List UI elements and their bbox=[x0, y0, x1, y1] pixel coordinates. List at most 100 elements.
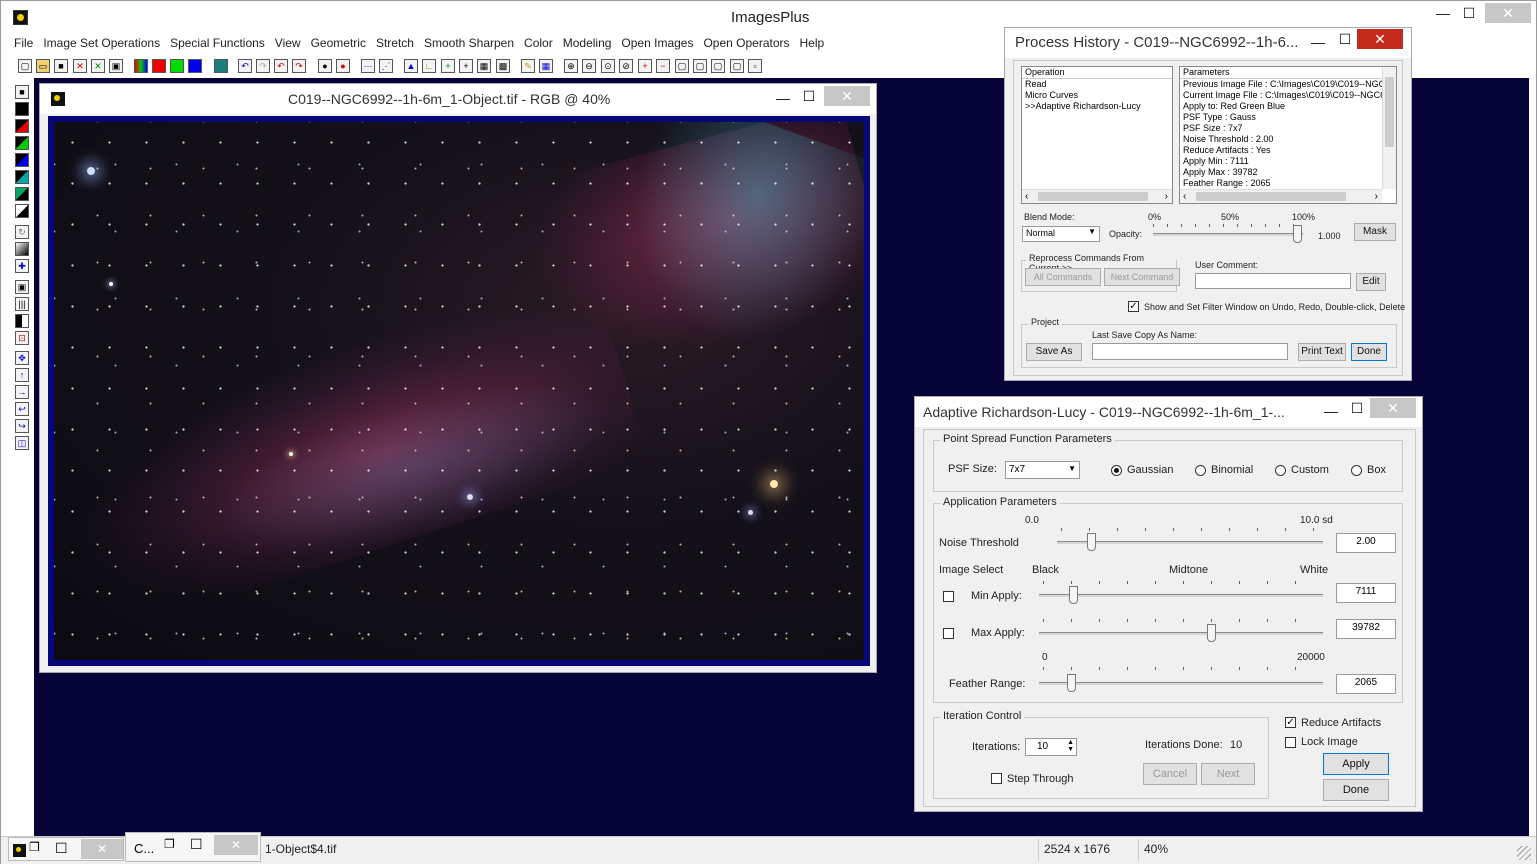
history-close-button[interactable]: ✕ bbox=[1357, 29, 1403, 49]
dotted-line-icon[interactable]: ⋯ bbox=[361, 59, 375, 73]
binomial-radio[interactable] bbox=[1195, 465, 1206, 476]
parameters-vscrollbar[interactable] bbox=[1382, 67, 1396, 189]
noise-slider-thumb[interactable] bbox=[1087, 533, 1096, 551]
green-channel-icon[interactable] bbox=[170, 59, 184, 73]
menu-file[interactable]: File bbox=[9, 34, 38, 52]
arl-close-button[interactable]: ✕ bbox=[1370, 398, 1416, 418]
noise-value-input[interactable]: 2.00 bbox=[1336, 533, 1396, 553]
blue-channel-icon[interactable] bbox=[188, 59, 202, 73]
operation-hscrollbar[interactable]: ‹ › bbox=[1022, 189, 1172, 203]
tool-cyan-icon[interactable] bbox=[15, 170, 29, 184]
min-apply-slider-track[interactable] bbox=[1039, 594, 1323, 597]
window-3-icon[interactable]: ▢ bbox=[711, 59, 725, 73]
menu-open-images[interactable]: Open Images bbox=[616, 34, 698, 52]
gaussian-radio[interactable] bbox=[1111, 465, 1122, 476]
parameters-list[interactable]: Parameters Previous Image File : C:\Imag… bbox=[1179, 66, 1397, 204]
minimized-window-2[interactable]: C... ❐ ☐ ✕ bbox=[125, 832, 261, 862]
tool-gradient-icon[interactable] bbox=[15, 242, 29, 256]
print-text-button[interactable]: Print Text bbox=[1298, 343, 1346, 361]
max-apply-value-input[interactable]: 39782 bbox=[1336, 619, 1396, 639]
tool-green-icon[interactable] bbox=[15, 136, 29, 150]
photo-icon[interactable]: ▩ bbox=[496, 59, 510, 73]
zoom-minus-red-icon[interactable]: − bbox=[656, 59, 670, 73]
tool-teal-icon[interactable] bbox=[15, 187, 29, 201]
apply-button[interactable]: Apply bbox=[1323, 753, 1389, 775]
tool-right-icon[interactable]: → bbox=[15, 385, 29, 399]
pencil-icon[interactable]: ✎ bbox=[521, 59, 535, 73]
custom-radio[interactable] bbox=[1275, 465, 1286, 476]
menu-help[interactable]: Help bbox=[795, 34, 830, 52]
operation-item[interactable]: Micro Curves bbox=[1022, 90, 1172, 101]
menu-open-operators[interactable]: Open Operators bbox=[698, 34, 794, 52]
arl-done-button[interactable]: Done bbox=[1323, 779, 1389, 801]
iterations-input[interactable]: 10 ▲ ▼ bbox=[1025, 738, 1077, 756]
user-comment-input[interactable] bbox=[1195, 273, 1351, 289]
star-select-icon[interactable]: ● bbox=[318, 59, 332, 73]
tool-gray-icon[interactable] bbox=[15, 204, 29, 218]
save-as-button[interactable]: Save As bbox=[1026, 343, 1082, 361]
operation-item[interactable]: >>Adaptive Richardson-Lucy bbox=[1022, 101, 1172, 112]
tool-up-icon[interactable]: ↑ bbox=[15, 368, 29, 382]
star-mask-icon[interactable]: ● bbox=[336, 59, 350, 73]
lock-image-checkbox[interactable] bbox=[1285, 737, 1296, 748]
undo-all-icon[interactable]: ↶ bbox=[274, 59, 288, 73]
max-apply-checkbox[interactable] bbox=[943, 628, 954, 639]
tool-select-icon[interactable]: ▣ bbox=[15, 280, 29, 294]
minimized-window-1[interactable]: ❐ ☐ ✕ bbox=[8, 837, 124, 861]
app-close-button[interactable]: ✕ bbox=[1485, 3, 1531, 23]
history-maximize-button[interactable]: ☐ bbox=[1330, 29, 1360, 49]
open-icon[interactable]: ▭ bbox=[36, 59, 50, 73]
tool-frame-icon[interactable]: ◫ bbox=[15, 436, 29, 450]
menu-geometric[interactable]: Geometric bbox=[306, 34, 371, 52]
cancel-button[interactable]: Cancel bbox=[1143, 763, 1197, 785]
image-maximize-button[interactable]: ☐ bbox=[794, 86, 824, 106]
opacity-slider-thumb[interactable] bbox=[1293, 225, 1302, 243]
noise-slider-track[interactable] bbox=[1057, 541, 1323, 544]
next-command-button[interactable]: Next Command bbox=[1104, 268, 1180, 286]
window-4-icon[interactable]: ▢ bbox=[730, 59, 744, 73]
feather-slider-track[interactable] bbox=[1039, 682, 1323, 685]
menu-view[interactable]: View bbox=[270, 34, 306, 52]
zoom-actual-icon[interactable]: ⊘ bbox=[619, 59, 633, 73]
tool-red-icon[interactable] bbox=[15, 119, 29, 133]
tool-move-icon[interactable]: ✥ bbox=[15, 351, 29, 365]
tool-crop-icon[interactable]: ⊡ bbox=[15, 331, 29, 345]
zoom-plus-red-icon[interactable]: + bbox=[638, 59, 652, 73]
app-maximize-button[interactable]: ☐ bbox=[1454, 3, 1484, 23]
history-minimize-button[interactable]: — bbox=[1303, 32, 1333, 52]
tool-cross-icon[interactable]: ✚ bbox=[15, 259, 29, 273]
zoom-fit-icon[interactable]: ⊙ bbox=[601, 59, 615, 73]
close-all-icon[interactable]: ✕ bbox=[91, 59, 105, 73]
operation-item[interactable]: Read bbox=[1022, 79, 1172, 90]
min-window2-restore-icon[interactable]: ❐ bbox=[164, 837, 175, 851]
min-window2-maximize-icon[interactable]: ☐ bbox=[190, 836, 203, 853]
feather-slider-thumb[interactable] bbox=[1067, 674, 1076, 692]
reduce-artifacts-checkbox[interactable]: ✓ bbox=[1285, 717, 1296, 728]
step-through-checkbox[interactable] bbox=[991, 773, 1002, 784]
axes-icon[interactable]: ∟ bbox=[422, 59, 436, 73]
min-apply-checkbox[interactable] bbox=[943, 591, 954, 602]
tool-rotate-icon[interactable]: ↻ bbox=[15, 225, 29, 239]
tool-save-icon[interactable]: ■ bbox=[15, 85, 29, 99]
close-image-icon[interactable]: ✕ bbox=[73, 59, 87, 73]
tool-bars-icon[interactable]: ||| bbox=[15, 297, 29, 311]
frame-icon[interactable]: ▦ bbox=[477, 59, 491, 73]
zoom-in-icon[interactable]: ⊕ bbox=[564, 59, 578, 73]
image-close-button[interactable]: ✕ bbox=[824, 86, 870, 106]
max-apply-slider-track[interactable] bbox=[1039, 632, 1323, 635]
arl-maximize-button[interactable]: ☐ bbox=[1342, 398, 1372, 418]
min-window2-close-button[interactable]: ✕ bbox=[214, 835, 258, 855]
parameters-hscrollbar[interactable]: ‹ › bbox=[1180, 189, 1382, 203]
redo-icon[interactable]: ↷ bbox=[256, 59, 270, 73]
min-window-restore-icon[interactable]: ❐ bbox=[29, 840, 40, 854]
min-window-close-button[interactable]: ✕ bbox=[81, 839, 123, 859]
edit-button[interactable]: Edit bbox=[1356, 273, 1386, 291]
new-icon[interactable]: ▢ bbox=[18, 59, 32, 73]
menu-image-set-operations[interactable]: Image Set Operations bbox=[38, 34, 165, 52]
target-icon[interactable]: + bbox=[459, 59, 473, 73]
tool-blue-icon[interactable] bbox=[15, 153, 29, 167]
min-apply-value-input[interactable]: 7111 bbox=[1336, 583, 1396, 603]
undo-icon[interactable]: ↶ bbox=[238, 59, 252, 73]
min-window-maximize-icon[interactable]: ☐ bbox=[55, 840, 68, 857]
menu-smooth-sharpen[interactable]: Smooth Sharpen bbox=[419, 34, 519, 52]
